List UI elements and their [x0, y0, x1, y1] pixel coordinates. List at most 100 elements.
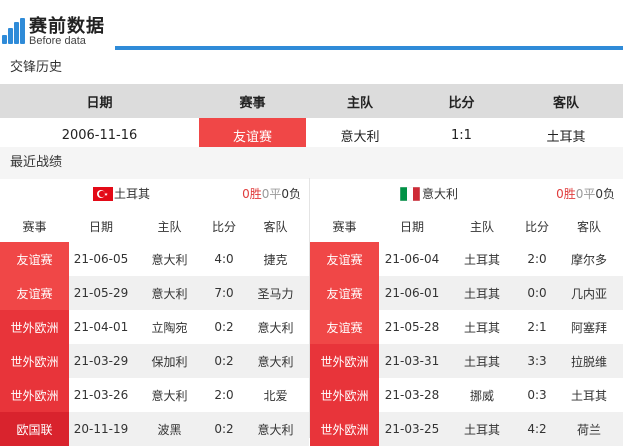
history-col-home: 主队: [306, 84, 414, 118]
left-match-date: 21-04-01: [73, 320, 129, 334]
left-match-score: 2:0: [214, 388, 234, 402]
right-draws: 0平: [575, 187, 596, 201]
right-match-score: 4:2: [519, 412, 555, 446]
left-away-team: 意大利: [257, 320, 294, 335]
left-home-team: 意大利: [151, 388, 188, 403]
right-recent-row[interactable]: 友谊赛 21-06-04 土耳其 2:0 摩尔多: [310, 242, 623, 276]
right-losses: 0负: [595, 187, 615, 201]
right-col-score: 比分: [519, 210, 555, 242]
left-away-team: 北爱: [263, 388, 288, 403]
right-match-score: 2:1: [527, 320, 547, 334]
right-away-team: 荷兰: [555, 412, 623, 446]
right-match-date: 21-06-04: [384, 252, 440, 266]
left-away-team: 意大利: [242, 344, 309, 378]
right-competition-badge: 世外欧洲: [310, 412, 379, 446]
right-match-score: 2:0: [527, 252, 547, 266]
right-recent-row[interactable]: 世外欧洲 21-03-31 土耳其 3:3 拉脱维: [310, 344, 623, 378]
right-away-team: 摩尔多: [570, 252, 607, 267]
right-recent-header-row: 赛事 日期 主队 比分 客队: [310, 210, 623, 242]
left-draws: 0平: [261, 187, 282, 201]
left-match-date: 21-05-29: [69, 276, 133, 310]
left-team-header: 土耳其 0胜0平0负: [0, 178, 309, 210]
right-wins: 0胜: [556, 187, 576, 201]
left-competition-badge: 友谊赛: [0, 276, 69, 310]
right-recent-row[interactable]: 世外欧洲 21-03-28 挪威 0:3 土耳其: [310, 378, 623, 412]
left-team-record: 0胜0平0负: [242, 178, 301, 210]
history-header-row: 日期 赛事 主队 比分 客队: [0, 84, 623, 118]
right-team-header: 意大利 0胜0平0负: [310, 178, 623, 210]
right-match-score: 3:3: [519, 344, 555, 378]
right-match-score: 0:3: [527, 388, 547, 402]
left-away-team: 捷克: [263, 252, 288, 267]
right-away-team: 阿塞拜: [570, 320, 607, 335]
history-col-score: 比分: [414, 84, 509, 118]
history-col-away: 客队: [509, 84, 623, 118]
right-competition-badge: 世外欧洲: [310, 378, 379, 412]
left-col-home: 主队: [133, 210, 206, 242]
right-match-date: 21-03-28: [384, 388, 440, 402]
right-recent-row[interactable]: 友谊赛 21-06-01 土耳其 0:0 几内亚: [310, 276, 623, 310]
history-table: 日期 赛事 主队 比分 客队 2006-11-16 友谊赛 意大利 1:1 土耳…: [0, 84, 623, 152]
right-recent-table: 赛事 日期 主队 比分 客队 友谊赛 21-06-04 土耳其 2:0 摩尔多 友谊赛 21…: [310, 210, 623, 446]
left-home-team: 波黑: [133, 412, 206, 446]
left-match-date: 21-03-29: [69, 344, 133, 378]
right-match-score: 0:0: [519, 276, 555, 310]
header-divider: [115, 46, 623, 50]
left-home-team: 保加利: [133, 344, 206, 378]
left-wins: 0胜: [242, 187, 262, 201]
left-col-date: 日期: [69, 210, 133, 242]
right-match-date: 21-05-28: [384, 320, 440, 334]
right-match-date: 21-03-31: [379, 344, 445, 378]
left-recent-table: 赛事 日期 主队 比分 客队 友谊赛 21-06-05 意大利 4:0 捷克 友谊赛 21-…: [0, 210, 309, 446]
right-team-name: 意大利: [422, 187, 459, 201]
right-away-team: 拉脱维: [555, 344, 623, 378]
right-col-date: 日期: [379, 210, 445, 242]
left-losses: 0负: [281, 187, 301, 201]
right-competition-badge: 友谊赛: [310, 310, 379, 344]
pre-match-data-page: 赛前数据 Before data 交锋历史 日期 赛事 主队 比分 客队 200…: [0, 0, 623, 446]
left-recent-row[interactable]: 友谊赛 21-05-29 意大利 7:0 圣马力: [0, 276, 309, 310]
left-away-team: 圣马力: [242, 276, 309, 310]
left-recent-row[interactable]: 友谊赛 21-06-05 意大利 4:0 捷克: [0, 242, 309, 276]
left-col-competition: 赛事: [0, 210, 69, 242]
left-competition-badge: 世外欧洲: [0, 378, 69, 412]
left-competition-badge: 友谊赛: [0, 242, 69, 276]
left-match-score: 0:2: [206, 412, 242, 446]
history-section-title: 交锋历史: [10, 60, 63, 75]
page-subtitle: Before data: [29, 35, 86, 47]
right-competition-badge: 世外欧洲: [310, 344, 379, 378]
right-recent-row[interactable]: 世外欧洲 21-03-25 土耳其 4:2 荷兰: [310, 412, 623, 446]
left-col-away: 客队: [242, 210, 309, 242]
right-home-team: 挪威: [469, 388, 494, 403]
left-recent-row[interactable]: 世外欧洲 21-03-26 意大利 2:0 北爱: [0, 378, 309, 412]
left-recent-header-row: 赛事 日期 主队 比分 客队: [0, 210, 309, 242]
left-team-panel: 土耳其 0胜0平0负 赛事 日期 主队 比分 客队 友谊赛 21-06-05 意大利…: [0, 178, 309, 446]
left-col-score: 比分: [206, 210, 242, 242]
left-match-date: 20-11-19: [69, 412, 133, 446]
left-match-date: 21-03-26: [73, 388, 129, 402]
right-team-panel: 意大利 0胜0平0负 赛事 日期 主队 比分 客队 友谊赛 21-06-04 土耳其…: [310, 178, 623, 446]
left-match-score: 0:2: [214, 320, 234, 334]
right-match-date: 21-03-25: [379, 412, 445, 446]
right-competition-badge: 友谊赛: [310, 276, 379, 310]
italy-flag-icon: [400, 187, 420, 201]
right-recent-row[interactable]: 友谊赛 21-05-28 土耳其 2:1 阿塞拜: [310, 310, 623, 344]
right-col-home: 主队: [445, 210, 519, 242]
turkey-flag-icon: [93, 187, 113, 201]
left-recent-row[interactable]: 世外欧洲 21-03-29 保加利 0:2 意大利: [0, 344, 309, 378]
right-col-competition: 赛事: [310, 210, 379, 242]
left-team-name: 土耳其: [114, 187, 151, 201]
right-away-team: 土耳其: [570, 388, 607, 403]
right-away-team: 几内亚: [555, 276, 623, 310]
right-col-away: 客队: [555, 210, 623, 242]
right-competition-badge: 友谊赛: [310, 242, 379, 276]
right-home-team: 土耳其: [445, 344, 519, 378]
right-home-team: 土耳其: [445, 276, 519, 310]
left-match-score: 4:0: [214, 252, 234, 266]
left-away-team: 意大利: [242, 412, 309, 446]
left-recent-row[interactable]: 世外欧洲 21-04-01 立陶宛 0:2 意大利: [0, 310, 309, 344]
history-col-competition: 赛事: [199, 84, 306, 118]
left-competition-badge: 欧国联: [0, 412, 69, 446]
left-recent-row[interactable]: 欧国联 20-11-19 波黑 0:2 意大利: [0, 412, 309, 446]
left-competition-badge: 世外欧洲: [0, 310, 69, 344]
